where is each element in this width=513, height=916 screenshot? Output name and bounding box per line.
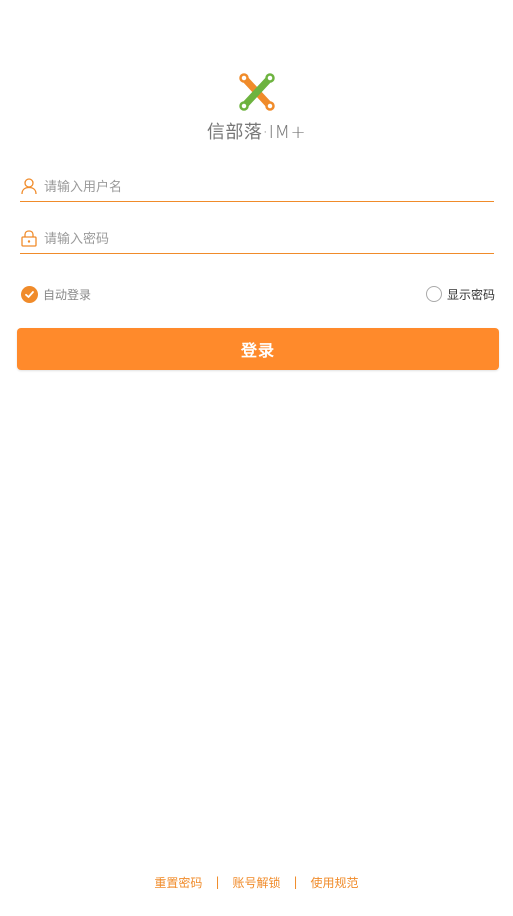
show-password-label: 显示密码 xyxy=(446,287,495,302)
logo-text: 信部落·IM+ xyxy=(206,122,307,143)
username-input[interactable] xyxy=(44,175,484,199)
auto-login-checkbox[interactable]: 自动登录 xyxy=(21,283,91,305)
user-icon xyxy=(21,178,37,195)
password-input[interactable] xyxy=(44,227,484,251)
app-logo: 信部落·IM+ xyxy=(0,68,513,148)
unlock-account-link[interactable]: 账号解锁 xyxy=(232,874,280,891)
unchecked-circle-icon[interactable] xyxy=(425,286,442,302)
footer-separator: | xyxy=(215,875,220,889)
password-field[interactable] xyxy=(20,225,494,254)
logo-mark-icon xyxy=(239,73,275,111)
login-button-label: 登录 xyxy=(240,341,275,360)
usage-policy-link[interactable]: 使用规范 xyxy=(311,874,359,891)
reset-password-link[interactable]: 重置密码 xyxy=(154,874,202,891)
show-password-toggle[interactable]: 显示密码 xyxy=(425,283,495,305)
username-field[interactable] xyxy=(20,173,494,202)
lock-icon xyxy=(21,230,37,247)
auto-login-label: 自动登录 xyxy=(43,287,92,302)
login-options: 自动登录 显示密码 xyxy=(21,283,495,305)
checkmark-icon[interactable] xyxy=(21,285,38,303)
footer-separator: | xyxy=(293,875,298,889)
login-button[interactable]: 登录 xyxy=(17,328,499,370)
footer-links: 重置密码 | 账号解锁 | 使用规范 xyxy=(0,872,513,892)
